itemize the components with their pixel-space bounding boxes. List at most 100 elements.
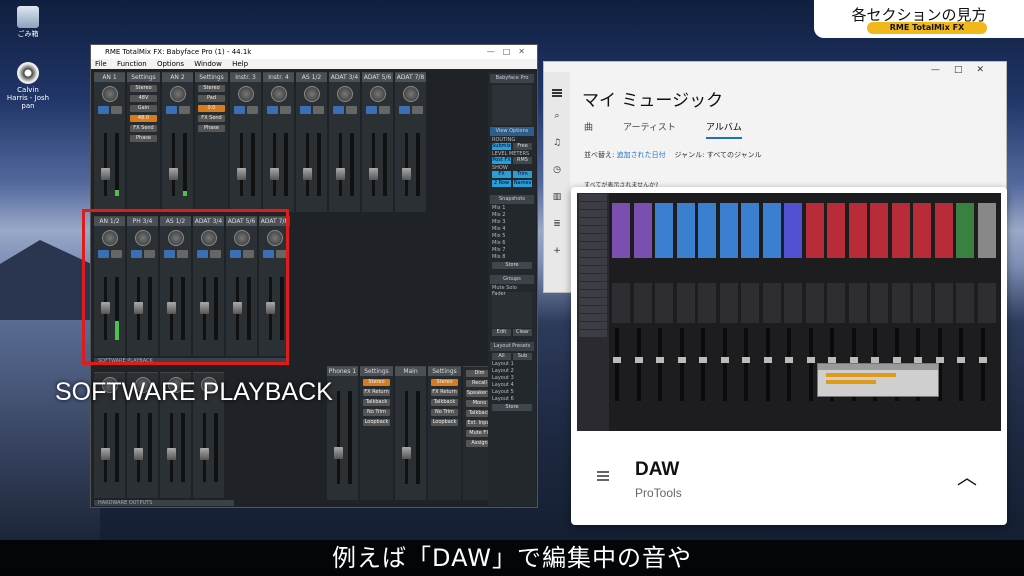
no-trim-button[interactable]: No Trim — [363, 409, 390, 416]
stereo-button[interactable]: Stereo — [363, 379, 390, 386]
edit-button[interactable]: Edit — [492, 329, 511, 336]
mute-solo[interactable] — [263, 106, 294, 114]
channel-fader[interactable] — [199, 413, 218, 482]
master-knob[interactable] — [492, 85, 532, 125]
layout-item[interactable]: Layout 5 — [492, 389, 532, 395]
pan-knob[interactable] — [270, 86, 287, 102]
layout-tab-all[interactable]: All — [492, 353, 511, 360]
sort-dropdown[interactable]: 追加された日付 — [617, 151, 666, 159]
hamburger-icon[interactable] — [552, 92, 562, 94]
music-note-icon[interactable]: ♫ — [552, 138, 562, 148]
channel-fader[interactable] — [333, 391, 352, 484]
mute-solo[interactable] — [94, 106, 125, 114]
store-button[interactable]: Store — [492, 404, 532, 411]
pan-knob[interactable] — [402, 86, 419, 102]
layout-item[interactable]: Layout 6 — [492, 396, 532, 402]
input-channel[interactable]: Instr. 4 — [263, 72, 294, 212]
layout-item[interactable]: Layout 2 — [492, 368, 532, 374]
channel-fader[interactable] — [401, 391, 420, 484]
snapshot-item[interactable]: Mix 6 — [492, 240, 532, 246]
stereo-button[interactable]: Stereo — [431, 379, 458, 386]
channel-fader[interactable] — [401, 133, 420, 196]
channel-fader[interactable] — [166, 413, 185, 482]
post-fx-button[interactable]: Post FX — [492, 157, 511, 164]
channel-fader[interactable] — [368, 133, 387, 196]
layout-item[interactable]: Layout 1 — [492, 361, 532, 367]
mute-solo[interactable] — [329, 106, 360, 114]
tab-albums[interactable]: アルバム — [705, 120, 742, 139]
pan-knob[interactable] — [101, 86, 118, 102]
talkback-button[interactable]: Talkback — [431, 399, 458, 406]
layout-item[interactable]: Layout 3 — [492, 375, 532, 381]
menu-function[interactable]: Function — [117, 60, 147, 68]
channel-fader[interactable] — [335, 133, 354, 196]
loopback-button[interactable]: Loopback — [363, 419, 390, 426]
input-channel[interactable]: AS 1/2 — [296, 72, 327, 212]
channel-fader[interactable] — [302, 133, 321, 196]
add-icon[interactable]: + — [552, 246, 562, 256]
channel-fader[interactable] — [236, 133, 255, 196]
input-channel[interactable]: ADAT 7/8 — [395, 72, 426, 212]
pan-knob[interactable] — [336, 86, 353, 102]
desktop-icon-recycle-bin[interactable]: ごみ箱 — [6, 6, 50, 38]
snapshot-item[interactable]: Mix 3 — [492, 219, 532, 225]
names-button[interactable]: Names — [513, 180, 532, 187]
rms-button[interactable]: RMS — [513, 157, 532, 164]
pan-knob[interactable] — [369, 86, 386, 102]
groups-grid[interactable] — [492, 292, 532, 328]
input-channel[interactable]: ADAT 5/6 — [362, 72, 393, 212]
input-channel[interactable]: AN 2 — [162, 72, 193, 212]
mute-solo[interactable] — [230, 106, 261, 114]
pan-knob[interactable] — [237, 86, 254, 102]
stereo-button[interactable]: Stereo — [130, 85, 157, 92]
free-button[interactable]: Free — [513, 143, 532, 150]
fx-button[interactable]: FX — [492, 171, 511, 178]
channel-fader[interactable] — [100, 133, 119, 196]
chevron-up-icon[interactable]: ︿ — [957, 461, 977, 490]
channel-fader[interactable] — [100, 413, 119, 482]
genre-dropdown[interactable]: すべてのジャンル — [707, 151, 762, 159]
mute-solo[interactable] — [162, 106, 193, 114]
mute-solo[interactable] — [395, 106, 426, 114]
clear-button[interactable]: Clear — [513, 329, 532, 336]
menu-file[interactable]: File — [95, 60, 107, 68]
phase-button[interactable]: Phase — [130, 135, 157, 142]
search-icon[interactable]: ⌕ — [552, 111, 562, 121]
snapshot-item[interactable]: Mix 7 — [492, 247, 532, 253]
store-button[interactable]: Store — [492, 262, 532, 269]
layout-tab-sub[interactable]: Sub — [513, 353, 532, 360]
mute-solo[interactable] — [296, 106, 327, 114]
snapshot-item[interactable]: Mix 5 — [492, 233, 532, 239]
snapshot-item[interactable]: Mix 4 — [492, 226, 532, 232]
menu-window[interactable]: Window — [194, 60, 222, 68]
tab-artists[interactable]: アーティスト — [623, 120, 676, 139]
pan-knob[interactable] — [303, 86, 320, 102]
no-trim-button[interactable]: No Trim — [431, 409, 458, 416]
phase-button[interactable]: Phase — [198, 125, 225, 132]
list-icon[interactable]: ≣ — [552, 219, 562, 229]
channel-fader[interactable] — [269, 133, 288, 196]
channel-fader[interactable] — [168, 133, 187, 196]
input-channel[interactable]: AN 1 — [94, 72, 125, 212]
snapshot-item[interactable]: Mix 8 — [492, 254, 532, 260]
submix-button[interactable]: Submix — [492, 143, 511, 150]
trim-button[interactable]: Trim — [513, 171, 532, 178]
input-channel[interactable]: Instr. 3 — [230, 72, 261, 212]
menu-help[interactable]: Help — [232, 60, 248, 68]
totalmix-titlebar[interactable]: RME TotalMix FX: Babyface Pro (1) - 44.1… — [91, 45, 537, 59]
pad-button[interactable]: Pad — [198, 95, 225, 102]
desktop-icon-audio-file[interactable]: Calvin Harris - Josh pan — [6, 62, 50, 110]
snapshot-item[interactable]: Mix 2 — [492, 212, 532, 218]
input-channel[interactable]: ADAT 3/4 — [329, 72, 360, 212]
channel-fader[interactable] — [133, 413, 152, 482]
tab-songs[interactable]: 曲 — [584, 120, 593, 139]
history-icon[interactable]: ◷ — [552, 165, 562, 175]
main-channel[interactable]: Main — [395, 366, 426, 500]
two-row-button[interactable]: 2 Row — [492, 180, 511, 187]
gain-value[interactable]: 48.0 — [130, 115, 157, 122]
menu-options[interactable]: Options — [157, 60, 184, 68]
phantom-button[interactable]: 48V — [130, 95, 157, 102]
menu-icon[interactable] — [597, 475, 609, 477]
mute-solo[interactable] — [362, 106, 393, 114]
window-controls[interactable]: —□✕ — [487, 45, 533, 59]
